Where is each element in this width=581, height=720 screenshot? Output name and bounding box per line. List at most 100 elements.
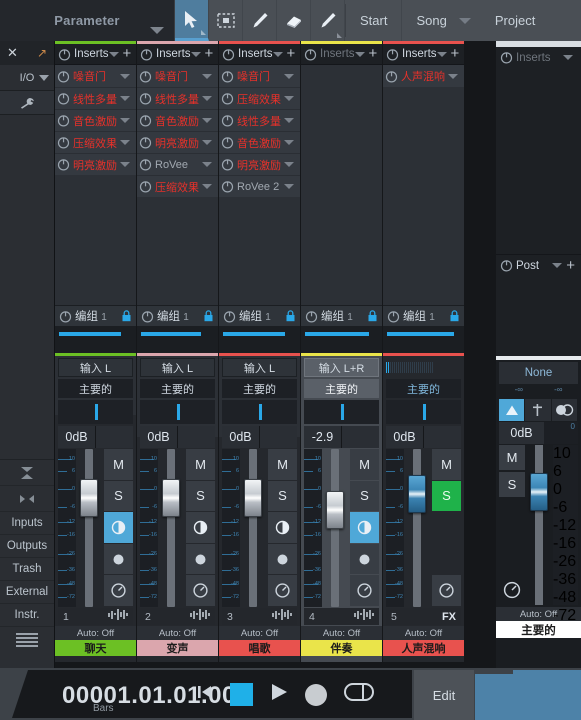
insert-slot[interactable]: RoVee 2 bbox=[219, 175, 300, 197]
main-fader[interactable] bbox=[525, 445, 553, 605]
insert-slot[interactable]: 线性多量 EQ bbox=[137, 87, 218, 109]
channel-output-select[interactable]: 主要的 bbox=[140, 379, 215, 398]
edit-button[interactable]: Edit bbox=[414, 670, 474, 720]
waveform-icon[interactable] bbox=[190, 608, 210, 626]
chevron-down-icon[interactable] bbox=[284, 96, 294, 101]
sidebar-item-external[interactable]: External bbox=[0, 581, 54, 604]
channel-fader[interactable] bbox=[322, 449, 348, 607]
power-icon[interactable] bbox=[139, 70, 152, 83]
io-dropdown[interactable]: I/O bbox=[0, 65, 54, 91]
insert-slot[interactable]: 压缩效果 bbox=[219, 87, 300, 109]
channel-db-value[interactable]: -2.9 bbox=[304, 426, 341, 448]
automation-mode[interactable]: Auto: Off bbox=[219, 626, 300, 640]
insert-slot[interactable]: 线性多量 EQ 4 bbox=[55, 87, 136, 109]
pan-law-button[interactable] bbox=[350, 512, 379, 543]
main-fader-cap[interactable] bbox=[530, 473, 548, 511]
channel-track-name[interactable]: 唱歌 bbox=[219, 640, 300, 656]
channel-input-select[interactable]: 输入 L bbox=[222, 358, 297, 377]
inserts-header[interactable]: Inserts + bbox=[301, 44, 382, 65]
collapse-expand-vertical-icon[interactable] bbox=[0, 460, 54, 486]
automation-knob-icon[interactable] bbox=[186, 575, 215, 606]
channel-output-select[interactable]: 主要的 bbox=[222, 379, 297, 398]
add-insert-icon[interactable]: + bbox=[287, 46, 296, 61]
channel-pan-value[interactable] bbox=[178, 426, 215, 448]
mute-button[interactable]: M bbox=[268, 449, 297, 480]
channel-fader[interactable] bbox=[158, 449, 184, 607]
main-output-select[interactable]: None bbox=[499, 362, 578, 384]
channel-pan-control[interactable] bbox=[58, 400, 133, 424]
close-icon[interactable]: ✕ bbox=[7, 45, 18, 61]
insert-slot[interactable]: 压缩效果 bbox=[55, 131, 136, 153]
add-insert-icon[interactable]: + bbox=[205, 46, 214, 61]
power-icon[interactable] bbox=[386, 48, 399, 61]
power-icon[interactable] bbox=[221, 136, 234, 149]
chevron-down-icon[interactable] bbox=[120, 162, 130, 167]
power-icon[interactable] bbox=[500, 51, 513, 64]
power-icon[interactable] bbox=[221, 70, 234, 83]
chevron-down-icon[interactable] bbox=[284, 118, 294, 123]
eraser-tool-button[interactable] bbox=[277, 0, 311, 41]
add-send-icon[interactable]: + bbox=[566, 258, 575, 273]
channel-pan-value[interactable] bbox=[260, 426, 297, 448]
power-icon[interactable] bbox=[500, 259, 513, 272]
send-level-bar[interactable] bbox=[223, 332, 286, 336]
chevron-down-icon[interactable] bbox=[120, 140, 130, 145]
insert-slot[interactable]: 压缩效果 bbox=[137, 175, 218, 197]
channel-pan-control[interactable] bbox=[140, 400, 215, 424]
group-row[interactable]: 编组 1 bbox=[383, 305, 464, 327]
waveform-icon[interactable] bbox=[272, 608, 292, 626]
power-icon[interactable] bbox=[57, 114, 70, 127]
main-inserts-header[interactable]: Inserts bbox=[496, 47, 581, 68]
chevron-down-icon[interactable] bbox=[448, 73, 458, 79]
channel-strip[interactable]: Inserts + 编组 1 输入 L+R 主要的 -2.9 10 6 0 -6 -12… bbox=[301, 41, 382, 662]
pan-law-button[interactable] bbox=[186, 512, 215, 543]
main-inserts-slots[interactable] bbox=[496, 68, 581, 254]
mute-button[interactable]: M bbox=[104, 449, 133, 480]
insert-empty-area[interactable] bbox=[383, 87, 464, 327]
solo-button[interactable]: S bbox=[268, 480, 297, 512]
collapse-expand-horizontal-icon[interactable] bbox=[0, 486, 54, 512]
sidebar-item-outputs[interactable]: Outputs bbox=[0, 535, 54, 558]
channel-output-select[interactable]: 主要的 bbox=[304, 379, 379, 398]
automation-knob-icon[interactable] bbox=[104, 575, 133, 606]
chevron-down-icon[interactable] bbox=[284, 184, 294, 189]
channel-pan-value[interactable] bbox=[342, 426, 379, 448]
fader-cap[interactable] bbox=[162, 479, 180, 517]
insert-slot[interactable]: 噪音门 bbox=[55, 65, 136, 87]
loop-button[interactable] bbox=[342, 680, 376, 709]
channel-pan-value[interactable] bbox=[96, 426, 133, 448]
lock-icon[interactable] bbox=[449, 310, 460, 322]
split-tool-button[interactable] bbox=[243, 0, 277, 41]
channel-track-name[interactable]: 变声 bbox=[137, 640, 218, 656]
send-level-bar[interactable] bbox=[59, 332, 122, 336]
chevron-down-icon[interactable] bbox=[284, 140, 294, 145]
insert-slot[interactable]: 明亮激励 bbox=[55, 153, 136, 175]
channel-track-name[interactable]: 人声混响 bbox=[383, 640, 464, 656]
insert-slot[interactable]: 噪音门 bbox=[219, 65, 300, 87]
chevron-down-icon[interactable] bbox=[120, 118, 130, 123]
settings-wrench-button[interactable] bbox=[0, 91, 54, 115]
insert-slot[interactable]: 音色激励 bbox=[219, 131, 300, 153]
power-icon[interactable] bbox=[57, 136, 70, 149]
power-icon[interactable] bbox=[57, 158, 70, 171]
automation-mode[interactable]: Auto: Off bbox=[301, 626, 382, 640]
inserts-header[interactable]: Inserts + bbox=[137, 44, 218, 65]
send-area[interactable] bbox=[383, 327, 464, 353]
chevron-down-icon[interactable] bbox=[190, 51, 201, 57]
lock-icon[interactable] bbox=[121, 310, 132, 322]
sidebar-item-trash[interactable]: Trash bbox=[0, 558, 54, 581]
channel-strip[interactable]: Inserts + 人声混响 编组 1 主要的 0dB 10 6 0 -6 -12 -16… bbox=[383, 41, 464, 662]
insert-slot[interactable]: 明亮激励 bbox=[219, 153, 300, 175]
send-area[interactable] bbox=[137, 327, 218, 353]
mute-button[interactable]: M bbox=[350, 449, 379, 480]
song-chevron-down-icon[interactable] bbox=[458, 17, 471, 24]
waveform-icon[interactable] bbox=[354, 608, 374, 626]
chevron-down-icon[interactable] bbox=[272, 51, 283, 57]
start-button[interactable]: Start bbox=[346, 0, 403, 41]
main-sends-slots[interactable] bbox=[496, 276, 581, 356]
channel-pan-control[interactable] bbox=[304, 400, 379, 424]
add-insert-icon[interactable]: + bbox=[123, 46, 132, 61]
chevron-down-icon[interactable] bbox=[202, 118, 212, 123]
record-arm-button[interactable] bbox=[104, 543, 133, 575]
channel-strip[interactable]: Inserts + 噪音门 压缩效果 线性多量 EQ 3 音色激励 明亮激励 R… bbox=[219, 41, 300, 662]
